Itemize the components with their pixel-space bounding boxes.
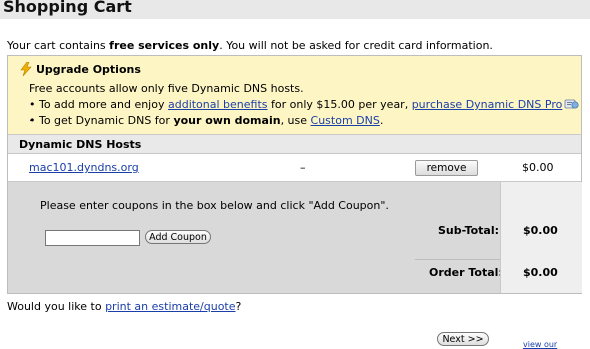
upgrade-line-1: Free accounts allow only five Dynamic DN… — [29, 82, 304, 95]
custom-dns-link[interactable]: Custom DNS — [311, 114, 380, 127]
table-row: mac101.dyndns.org – remove $0.00 — [8, 154, 581, 182]
add-coupon-button[interactable]: Add Coupon — [145, 230, 211, 244]
page-title: Shopping Cart — [3, 0, 132, 16]
additional-benefits-link[interactable]: additonal benefits — [168, 98, 268, 111]
next-button[interactable]: Next >> — [437, 332, 489, 346]
upgrade-line-3-suffix: . — [379, 114, 384, 127]
hosts-header-label: Dynamic DNS Hosts — [19, 138, 142, 151]
estimate-suffix: ? — [235, 300, 242, 313]
upgrade-line-3: • To get Dynamic DNS for your own domain… — [29, 114, 383, 127]
intro-bold: free services only — [109, 39, 220, 52]
cart-intro: Your cart contains free services only. Y… — [7, 39, 493, 52]
host-name-link[interactable]: mac101.dyndns.org — [29, 161, 139, 174]
dynamic-dns-hosts-header: Dynamic DNS Hosts — [8, 135, 581, 154]
price-column: $0.00 $0.00 — [500, 182, 582, 293]
host-detail: – — [300, 161, 306, 174]
coupon-input[interactable] — [45, 230, 140, 246]
order-total-label: Order Total: — [429, 266, 503, 279]
estimate-prefix: Would you like to — [7, 300, 106, 313]
upgrade-line-3-bold: your own domain — [173, 114, 281, 127]
order-total-value: $0.00 — [523, 266, 558, 279]
purchase-dns-pro-link[interactable]: purchase Dynamic DNS Pro — [412, 98, 563, 111]
upgrade-line-3-prefix: • To get Dynamic DNS for — [29, 114, 174, 127]
lightning-bolt-icon — [20, 62, 32, 76]
coupon-section: Please enter coupons in the box below an… — [8, 182, 582, 293]
print-estimate-link[interactable]: print an estimate/quote — [105, 300, 235, 313]
coupon-instructions: Please enter coupons in the box below an… — [40, 199, 389, 212]
intro-suffix: . You will not be asked for credit card … — [219, 39, 493, 52]
host-price: $0.00 — [522, 161, 554, 174]
estimate-prompt: Would you like to print an estimate/quot… — [7, 300, 241, 313]
upgrade-options-panel: Upgrade Options Free accounts allow only… — [8, 56, 581, 135]
subtotal-value: $0.00 — [523, 224, 558, 237]
remove-button[interactable]: remove — [415, 160, 478, 176]
upgrade-title: Upgrade Options — [36, 62, 141, 76]
intro-prefix: Your cart contains — [7, 39, 110, 52]
upgrade-title-row: Upgrade Options — [20, 62, 141, 76]
pro-badge-icon[interactable] — [564, 98, 579, 110]
upgrade-line-3-mid: , use — [280, 114, 311, 127]
upgrade-line-2-prefix: • To add more and enjoy — [29, 98, 168, 111]
upgrade-line-2-mid: for only $15.00 per year, — [267, 98, 412, 111]
cart-box: Upgrade Options Free accounts allow only… — [7, 55, 582, 294]
page-header: Shopping Cart — [0, 0, 590, 19]
subtotal-label: Sub-Total: — [438, 224, 500, 237]
